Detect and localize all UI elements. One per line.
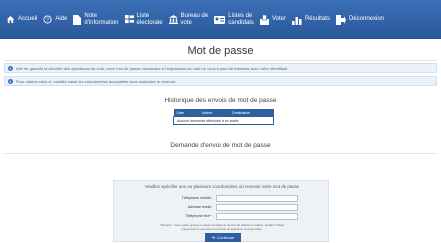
page-title: Mot de passe: [187, 45, 254, 57]
landline-phone-row: Téléphone fixe* :: [114, 213, 330, 220]
nav-note[interactable]: Note d'information: [70, 0, 121, 39]
home-icon: [6, 15, 15, 24]
nav-label: Voter: [271, 16, 286, 23]
email-row: Adresse email :: [114, 204, 330, 211]
help-icon: ?: [43, 15, 52, 24]
nav-label: Résultats: [304, 16, 330, 23]
info-icon: i: [8, 65, 13, 71]
nav-resultats[interactable]: Résultats: [289, 0, 333, 39]
nav-voter[interactable]: Voter: [257, 0, 289, 39]
field-label: Adresse email :: [187, 205, 213, 209]
info-banner-instructions: i Pour obtenir celui-ci, veuillez saisir…: [4, 76, 437, 86]
nav-label: Bureau de vote: [180, 13, 209, 26]
history-table: Date Auteur Destination Aucune demande e…: [173, 109, 274, 125]
history-title: Historique des envois de mot de passe: [164, 97, 277, 104]
nav-label: Déconnexion: [348, 16, 384, 23]
info-banner-security: i Afin de garantir la sécurité des opéra…: [4, 63, 437, 73]
landline-note: *Attention : Votre option génère un appe…: [159, 223, 285, 231]
table-row: Aucune demande effectuée à ce stade: [173, 116, 274, 125]
nav-label: Aide: [55, 16, 68, 23]
form-intro: Veuillez spécifier une ou plusieurs coor…: [144, 184, 300, 189]
list-icon: [124, 15, 134, 24]
building-icon: [168, 15, 178, 24]
section-divider: [4, 153, 437, 154]
nav-label: Note d'information: [84, 13, 119, 26]
ballot-icon: [259, 14, 269, 25]
nav-accueil[interactable]: Accueil: [0, 0, 40, 39]
svg-text:?: ?: [46, 18, 49, 24]
column-header: Destination: [229, 109, 274, 117]
nav-label: Listes de candidats: [228, 13, 254, 26]
nav-deconnexion[interactable]: Déconnexion: [333, 0, 387, 39]
nav-listes-candidats[interactable]: Listes de candidats: [211, 0, 257, 39]
request-form-panel: Veuillez spécifier une ou plusieurs coor…: [113, 180, 329, 242]
title-divider: [4, 60, 437, 61]
landline-phone-input[interactable]: [216, 213, 298, 220]
document-icon: [73, 14, 82, 25]
logout-icon: [335, 14, 346, 25]
field-label: Téléphone mobile :: [181, 196, 213, 200]
info-text: Afin de garantir la sécurité des opérati…: [16, 65, 289, 71]
request-title: Demande d'envoi de mot de passe: [170, 142, 271, 149]
empty-message: Aucune demande effectuée à ce stade: [173, 116, 274, 125]
id-card-icon: [214, 15, 226, 24]
field-label: Téléphone fixe* :: [185, 214, 213, 218]
email-input[interactable]: [216, 204, 298, 211]
nav-label: Liste électorale: [136, 13, 163, 26]
continue-button[interactable]: ➜ Continuer: [205, 233, 241, 242]
mobile-phone-row: Téléphone mobile :: [114, 195, 330, 202]
column-header: Auteur: [198, 109, 230, 117]
top-navigation-bar: Accueil ? Aide Note d'information Liste él…: [0, 0, 441, 39]
table-header-row: Date Auteur Destination: [173, 109, 274, 117]
nav-liste-electorale[interactable]: Liste électorale: [122, 0, 166, 39]
nav-aide[interactable]: ? Aide: [40, 0, 70, 39]
nav-label: Accueil: [18, 16, 38, 23]
mobile-phone-input[interactable]: [216, 195, 298, 202]
info-text: Pour obtenir celui-ci, veuillez saisir l…: [16, 78, 177, 84]
info-icon: i: [8, 78, 13, 84]
bar-chart-icon: [291, 16, 302, 25]
arrow-right-icon: ➜: [211, 234, 216, 240]
button-label: Continuer: [217, 235, 235, 240]
nav-bureau-vote[interactable]: Bureau de vote: [166, 0, 212, 39]
column-header: Date: [173, 109, 199, 117]
